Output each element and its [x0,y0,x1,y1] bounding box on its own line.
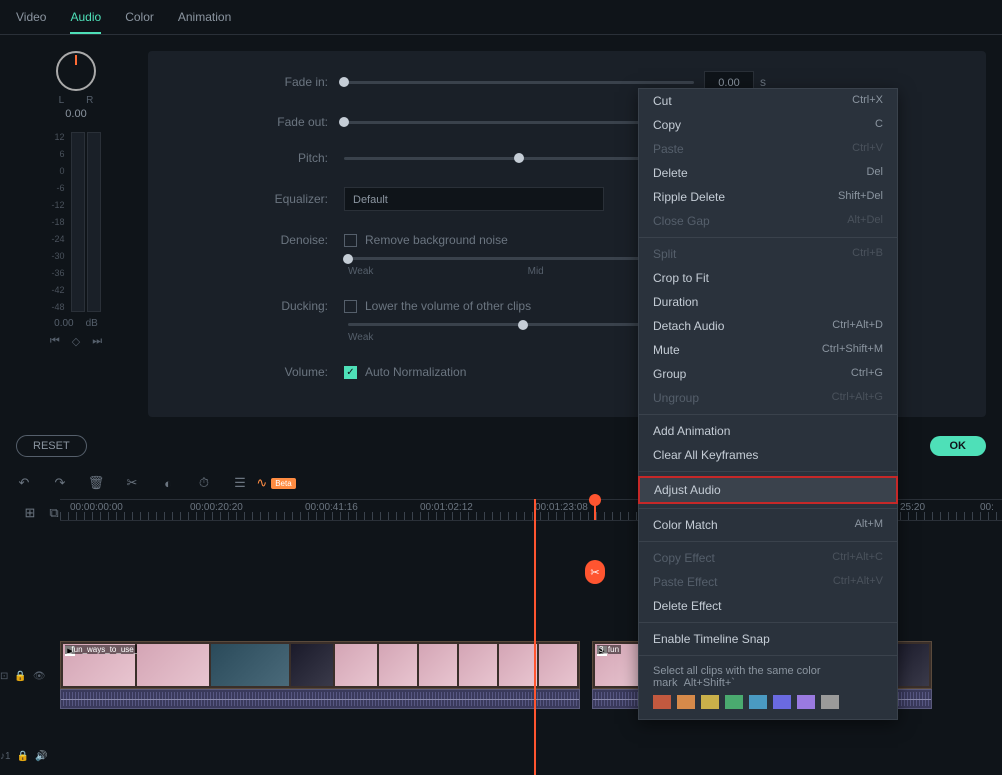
crop-icon[interactable]: ◐ [160,475,176,491]
speed-icon[interactable]: ⏱ [196,475,212,491]
color-swatch[interactable] [821,695,839,709]
ctx-copy[interactable]: CopyC [639,113,897,137]
ducking-checkbox-label: Lower the volume of other clips [365,299,531,313]
ctx-duration[interactable]: Duration [639,290,897,314]
fade-out-label: Fade out: [258,115,328,129]
ctx-color-swatches [639,691,897,719]
snap-icon[interactable]: ⊞ [22,505,38,521]
ctx-ungroup: UngroupCtrl+Alt+G [639,386,897,410]
vu-left [71,132,85,312]
playhead[interactable]: ✂ [594,500,596,520]
delete-icon[interactable]: 🗑 [88,475,104,491]
ctx-clear-keyframes[interactable]: Clear All Keyframes [639,443,897,467]
tab-video[interactable]: Video [16,10,46,34]
volume-label: Volume: [258,365,328,379]
beta-badge: Beta [271,478,295,489]
pitch-slider[interactable] [514,153,524,163]
color-swatch[interactable] [773,695,791,709]
color-swatch[interactable] [677,695,695,709]
kf-toggle-icon[interactable]: ◇ [72,335,80,348]
property-tabs: Video Audio Color Animation [0,0,1002,35]
track-lock-icon[interactable]: ⊡ [0,671,8,682]
balance-knob[interactable] [56,51,96,91]
ctx-select-color-label: Select all clips with the same color mar… [639,660,897,691]
ctx-adjust-audio[interactable]: Adjust Audio [638,476,898,504]
color-swatch[interactable] [653,695,671,709]
reset-button[interactable]: RESET [16,435,87,457]
denoise-checkbox[interactable] [344,234,357,247]
label-r: R [86,95,93,106]
equalizer-select[interactable]: Default [344,187,604,211]
ctx-delete[interactable]: DeleteDel [639,161,897,185]
tab-animation[interactable]: Animation [178,10,231,34]
color-swatch[interactable] [749,695,767,709]
ctx-crop[interactable]: Crop to Fit [639,266,897,290]
fade-in-unit: s [760,75,766,89]
ctx-cut[interactable]: CutCtrl+X [639,89,897,113]
tab-audio[interactable]: Audio [70,10,101,34]
auto-normalize-label: Auto Normalization [365,365,466,379]
fade-out-slider[interactable] [339,117,349,127]
ctx-mute[interactable]: MuteCtrl+Shift+M [639,338,897,362]
audio-wave-icon[interactable]: ∿Beta [268,475,284,491]
ducking-checkbox[interactable] [344,300,357,313]
ctx-split: SplitCtrl+B [639,242,897,266]
color-swatch[interactable] [701,695,719,709]
color-swatch[interactable] [797,695,815,709]
color-swatch[interactable] [725,695,743,709]
split-icon[interactable]: ✂ [124,475,140,491]
vu-right [87,132,101,312]
ctx-paste-effect: Paste EffectCtrl+Alt+V [639,570,897,594]
ctx-paste: PasteCtrl+V [639,137,897,161]
adjust-icon[interactable]: ☰ [232,475,248,491]
auto-normalize-checkbox[interactable]: ✓ [344,366,357,379]
kf-prev-icon[interactable]: ⏮ [50,335,60,348]
context-menu: CutCtrl+X CopyC PasteCtrl+V DeleteDel Ri… [638,88,898,720]
kf-next-icon[interactable]: ⏭ [92,335,102,348]
audio-track-icon: ♪1 [0,751,11,762]
clip-label-2: 3_fun [597,645,621,654]
meter-value: 0.00 [54,318,73,329]
tab-color[interactable]: Color [125,10,154,34]
ctx-group[interactable]: GroupCtrl+G [639,362,897,386]
level-meters: L R 0.00 1260-6-12-18-24-30-36-42-48 0.00… [16,51,136,417]
ctx-delete-effect[interactable]: Delete Effect [639,594,897,618]
ctx-copy-effect: Copy EffectCtrl+Alt+C [639,546,897,570]
denoise-label: Denoise: [258,233,328,247]
audio-mute-icon[interactable]: 🔊 [35,751,47,762]
ducking-slider[interactable] [518,320,528,330]
ctx-color-match[interactable]: Color MatchAlt+M [639,513,897,537]
ctx-close-gap: Close GapAlt+Del [639,209,897,233]
ctx-add-animation[interactable]: Add Animation [639,419,897,443]
ducking-label: Ducking: [258,299,328,313]
audio-lock-icon[interactable]: 🔒 [17,751,29,762]
label-l: L [59,95,65,106]
denoise-checkbox-label: Remove background noise [365,233,508,247]
ctx-detach-audio[interactable]: Detach AudioCtrl+Alt+D [639,314,897,338]
undo-icon[interactable]: ↶ [16,475,32,491]
vu-scale: 1260-6-12-18-24-30-36-42-48 [51,132,68,312]
track-visibility-icon[interactable]: 🔒 [14,671,26,682]
ok-button[interactable]: OK [930,436,987,456]
fade-in-slider[interactable] [339,77,349,87]
fade-in-label: Fade in: [258,75,328,89]
split-handle-icon[interactable]: ✂ [585,560,605,584]
track-eye-icon[interactable]: 👁 [33,671,46,682]
ctx-ripple-delete[interactable]: Ripple DeleteShift+Del [639,185,897,209]
pitch-label: Pitch: [258,151,328,165]
redo-icon[interactable]: ↷ [52,475,68,491]
equalizer-label: Equalizer: [258,192,328,206]
meter-unit: dB [86,318,98,329]
ctx-timeline-snap[interactable]: Enable Timeline Snap [639,627,897,651]
denoise-slider[interactable] [343,254,353,264]
balance-value: 0.00 [65,108,86,120]
